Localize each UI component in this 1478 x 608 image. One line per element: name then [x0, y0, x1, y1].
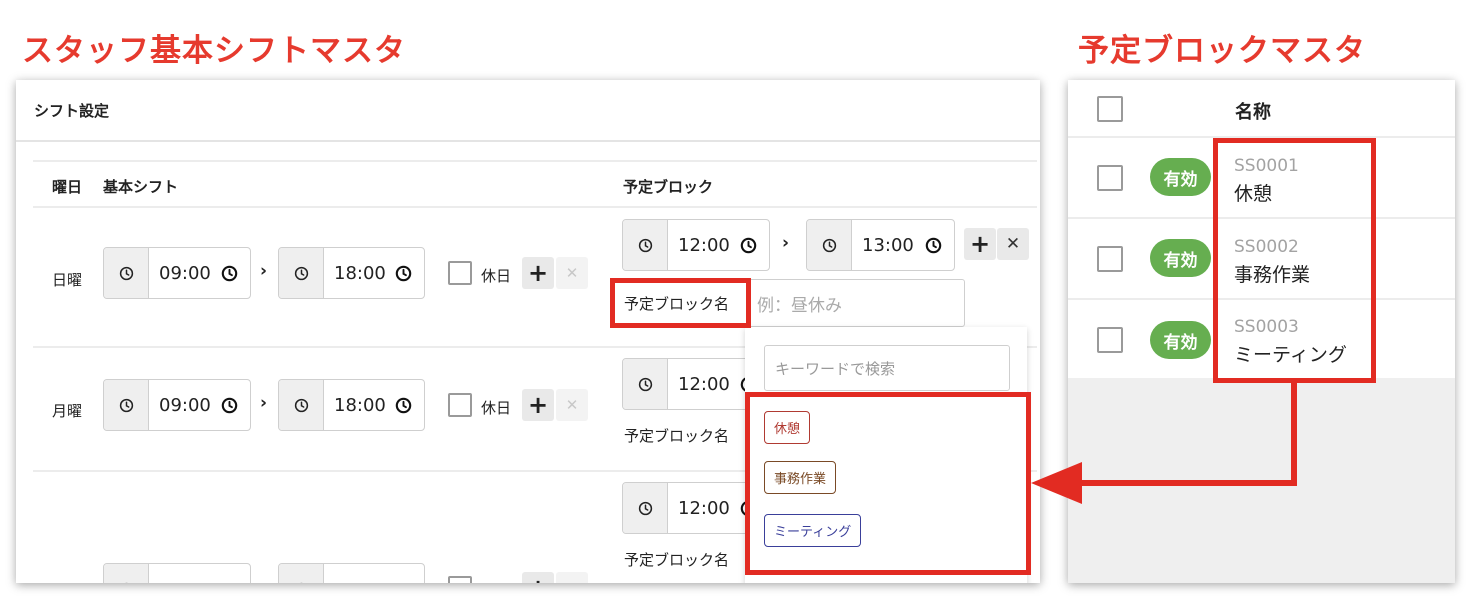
annotation-arrow-icon	[1031, 380, 1297, 504]
